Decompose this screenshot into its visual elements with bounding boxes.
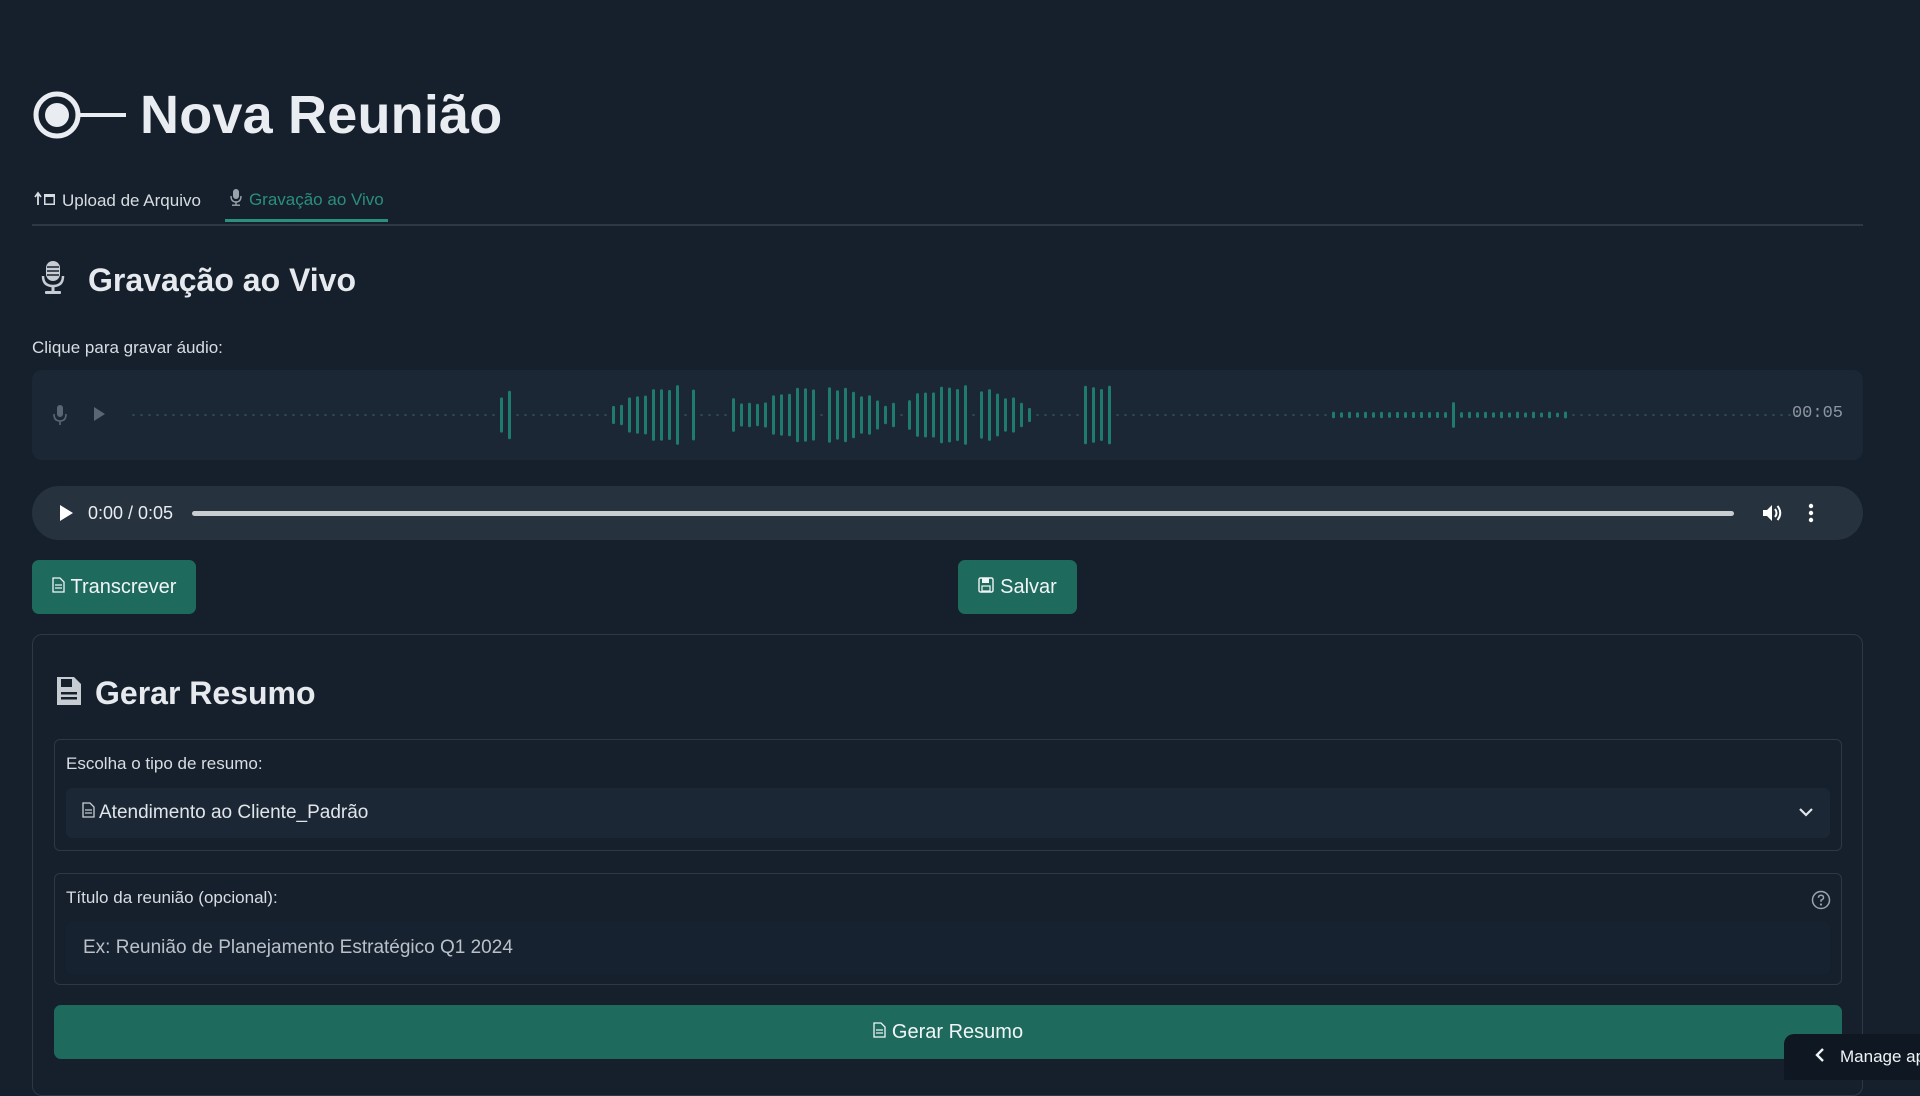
chevron-left-icon — [1814, 1047, 1826, 1068]
save-button[interactable]: Salvar — [958, 560, 1077, 614]
play-icon[interactable] — [56, 504, 76, 522]
transcribe-button[interactable]: Transcrever — [32, 560, 196, 614]
summary-type-value: Atendimento ao Cliente_Padrão — [82, 802, 368, 824]
page-header: Nova Reunião — [32, 78, 502, 152]
progress-track[interactable] — [192, 510, 1734, 516]
studio-microphone-icon — [40, 260, 66, 301]
recorder-play-icon[interactable] — [92, 406, 106, 427]
more-options-icon[interactable] — [1808, 503, 1814, 523]
summary-panel: Gerar Resumo Escolha o tipo de resumo: A… — [32, 634, 1863, 1096]
tab-upload[interactable]: Upload de Arquivo — [32, 180, 203, 222]
upload-icon — [34, 191, 56, 212]
document-icon — [51, 576, 65, 599]
recording-duration: 00:05 — [1791, 404, 1843, 423]
summary-header: Gerar Resumo — [55, 675, 316, 712]
chevron-down-icon[interactable] — [1798, 804, 1814, 825]
document-icon — [82, 802, 95, 824]
audio-recorder[interactable]: 00:05 — [32, 370, 1863, 460]
live-recording-heading: Gravação ao Vivo — [88, 262, 356, 298]
recording-indicator-icon — [32, 88, 126, 142]
volume-icon[interactable] — [1762, 503, 1784, 523]
summary-type-label: Escolha o tipo de resumo: — [66, 754, 263, 773]
tab-live-recording-label: Gravação ao Vivo — [248, 189, 384, 209]
summary-type-selected: Atendimento ao Cliente_Padrão — [99, 802, 369, 823]
mic-icon[interactable] — [52, 404, 68, 431]
manage-app-label: Manage app — [1840, 1047, 1920, 1066]
summary-heading: Gerar Resumo — [95, 675, 316, 711]
record-prompt: Clique para gravar áudio: — [32, 338, 223, 357]
waveform — [132, 385, 1807, 445]
floppy-disk-icon — [978, 576, 994, 599]
transcribe-label: Transcrever — [70, 575, 177, 598]
page-title: Nova Reunião — [140, 85, 503, 145]
generate-summary-button[interactable]: Gerar Resumo — [54, 1005, 1842, 1059]
microphone-icon — [229, 188, 243, 211]
help-icon[interactable] — [1811, 890, 1831, 915]
manage-app-button[interactable]: Manage app — [1784, 1034, 1920, 1080]
audio-player[interactable]: 0:00 / 0:05 — [32, 486, 1863, 540]
summary-document-icon — [55, 675, 83, 712]
generate-summary-label: Gerar Resumo — [891, 1020, 1024, 1043]
summary-type-select[interactable]: Atendimento ao Cliente_Padrão — [66, 788, 1830, 838]
document-icon — [873, 1021, 886, 1044]
summary-type-field: Escolha o tipo de resumo: Atendimento ao… — [54, 739, 1842, 851]
tab-live-recording[interactable]: Gravação ao Vivo — [224, 180, 388, 222]
meeting-title-field: Título da reunião (opcional): — [54, 873, 1842, 985]
meeting-title-input[interactable] — [66, 922, 1830, 974]
tab-upload-label: Upload de Arquivo — [62, 191, 201, 210]
player-time: 0:00 / 0:05 — [88, 502, 174, 523]
meeting-title-label: Título da reunião (opcional): — [66, 888, 278, 907]
save-label: Salvar — [1000, 575, 1057, 598]
tab-bar: Upload de Arquivo Gravação ao Vivo — [32, 180, 1863, 226]
live-recording-header: Gravação ao Vivo — [40, 260, 356, 301]
